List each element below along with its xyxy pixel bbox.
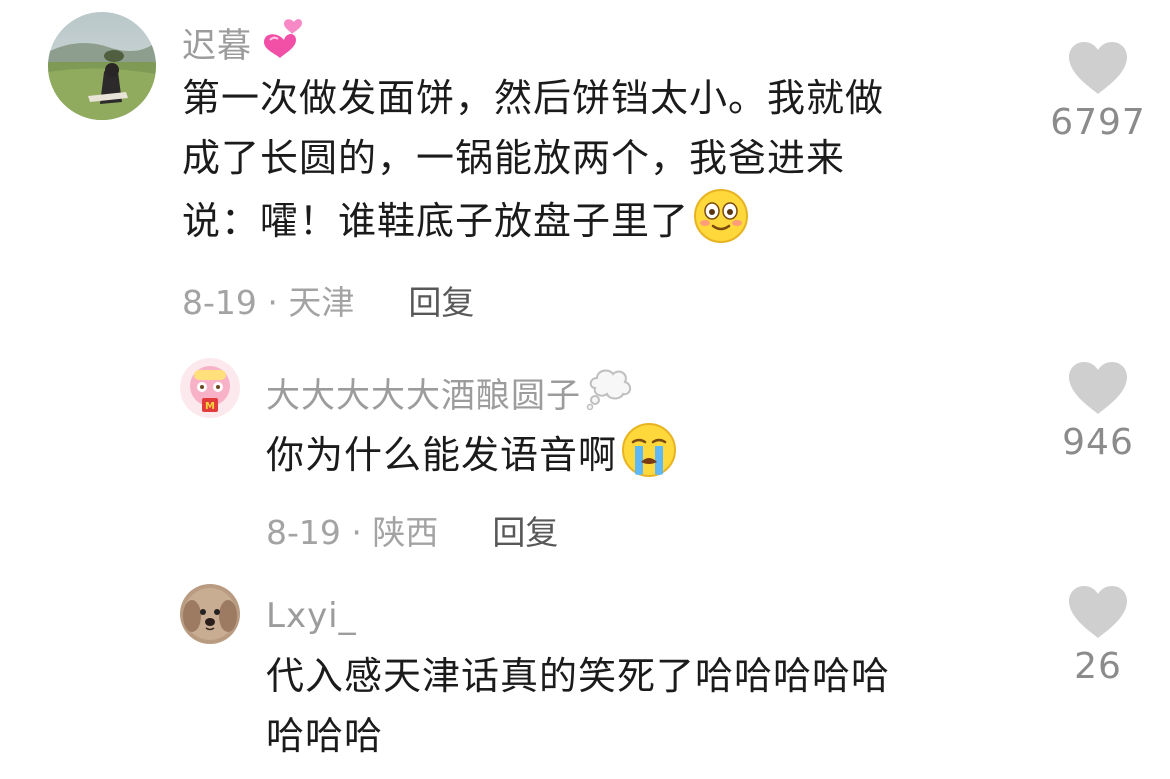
comment-text: 你为什么能发语音啊 bbox=[266, 422, 1026, 495]
like-button[interactable]: 26 bbox=[1048, 584, 1148, 687]
date-location: 8-19 · 天津 bbox=[182, 283, 355, 322]
username[interactable]: 迟暮 bbox=[182, 18, 304, 67]
text-fade-overlay bbox=[380, 718, 780, 778]
crying-face-icon bbox=[621, 422, 677, 495]
username-text: Lxyi_ bbox=[266, 596, 357, 636]
avatar[interactable] bbox=[48, 12, 156, 120]
comment-line: 说：嚯！谁鞋底子放盘子里了 bbox=[182, 188, 1022, 261]
comment-line: 成了长圆的，一锅能放两个，我爸进来 bbox=[182, 136, 846, 180]
svg-text:M: M bbox=[205, 401, 215, 412]
heart-icon bbox=[1069, 42, 1127, 94]
thought-bubble-icon bbox=[585, 366, 633, 419]
avatar[interactable] bbox=[180, 584, 240, 644]
username-text: 迟暮 bbox=[182, 26, 252, 66]
username[interactable]: 大大大大大酒酿圆子 bbox=[266, 366, 633, 419]
comment-text: 第一次做发面饼，然后饼铛太小。我就做 成了长圆的，一锅能放两个，我爸进来 说：嚯… bbox=[182, 68, 1022, 261]
reply-button[interactable]: 回复 bbox=[492, 506, 558, 554]
reply-button[interactable]: 回复 bbox=[408, 276, 474, 324]
two-hearts-icon bbox=[256, 18, 304, 67]
smiling-face-icon bbox=[693, 188, 749, 261]
comment-line: 第一次做发面饼，然后饼铛太小。我就做 bbox=[182, 76, 885, 120]
like-count: 26 bbox=[1074, 646, 1122, 687]
like-button[interactable]: 6797 bbox=[1048, 40, 1148, 143]
like-button[interactable]: 946 bbox=[1048, 360, 1148, 463]
avatar[interactable]: M bbox=[180, 358, 240, 418]
like-count: 6797 bbox=[1050, 102, 1146, 143]
comment-meta: 8-19 · 天津 回复 bbox=[182, 276, 474, 324]
username[interactable]: Lxyi_ bbox=[266, 596, 357, 636]
date-location: 8-19 · 陕西 bbox=[266, 513, 439, 552]
like-count: 946 bbox=[1062, 422, 1134, 463]
comment-meta: 8-19 · 陕西 回复 bbox=[266, 506, 558, 554]
comment-line: 你为什么能发语音啊 bbox=[266, 422, 1026, 495]
heart-icon bbox=[1069, 362, 1127, 414]
comment-line: 代入感天津话真的笑死了哈哈哈哈哈 bbox=[266, 654, 891, 698]
username-text: 大大大大大酒酿圆子 bbox=[266, 376, 581, 416]
heart-icon bbox=[1069, 586, 1127, 638]
